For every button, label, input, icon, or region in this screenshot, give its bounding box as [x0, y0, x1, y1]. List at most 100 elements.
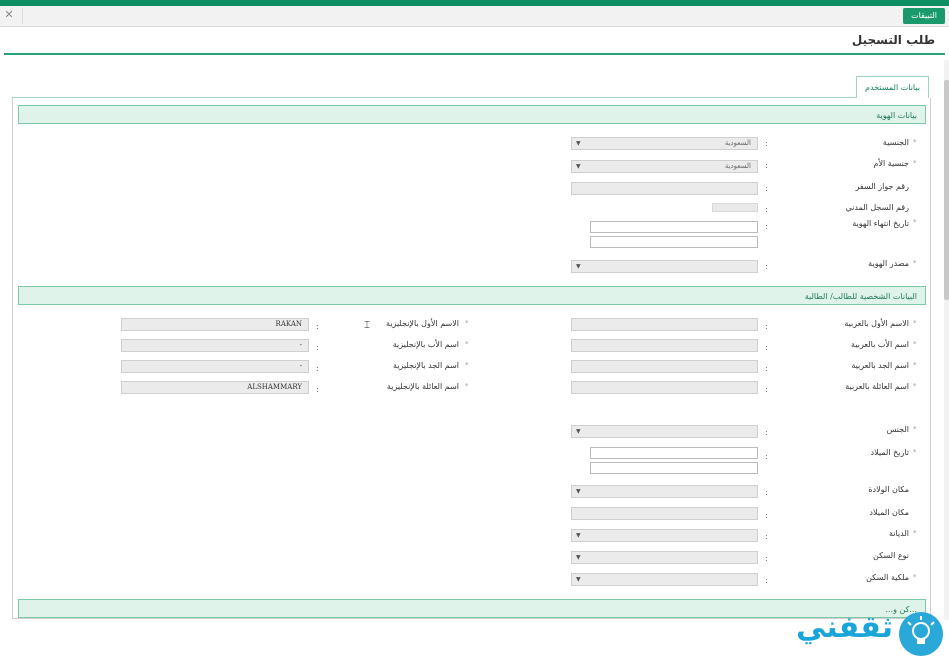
colon: : [765, 322, 768, 331]
title-divider [4, 53, 945, 55]
colon: : [765, 511, 768, 520]
colon: : [765, 262, 768, 271]
father-name-en-field[interactable]: - [121, 339, 309, 352]
required-mark: * [465, 340, 469, 348]
required-mark: * [913, 319, 917, 327]
required-mark: * [913, 425, 917, 433]
required-mark: * [913, 529, 917, 537]
passport-label: رقم جواز السفر [855, 182, 909, 191]
id-expiry-hijri-field[interactable] [590, 221, 758, 233]
colon: : [765, 532, 768, 541]
chevron-down-icon: ▼ [576, 532, 581, 539]
colon: : [765, 576, 768, 585]
page-title: طلب التسجيل [851, 33, 935, 47]
colon: : [765, 452, 768, 461]
id-source-label: مصدر الهوية [868, 259, 909, 268]
tab-baseline [12, 97, 929, 98]
chevron-down-icon: ▼ [576, 140, 581, 147]
required-mark: * [913, 448, 917, 456]
birth-date-gregorian-field[interactable] [590, 462, 758, 474]
close-icon[interactable]: ✕ [2, 8, 16, 22]
passport-field[interactable] [571, 182, 758, 195]
family-name-ar-label: اسم العائلة بالعربية [845, 382, 909, 391]
tab-user-data[interactable]: بيانات المستخدم [856, 76, 929, 98]
grandfather-name-en-field[interactable]: - [121, 360, 309, 373]
father-name-ar-field[interactable] [571, 339, 758, 352]
grandfather-name-en-label: اسم الجد بالإنجليزية [393, 361, 459, 370]
grandfather-name-ar-label: اسم الجد بالعربية [851, 361, 909, 370]
birth-date-hijri-field[interactable] [590, 447, 758, 459]
mouse-cursor-icon: ⌶ [364, 320, 370, 331]
civil-record-value [712, 203, 758, 212]
birth-place-label: مكان الميلاد [869, 508, 909, 517]
colon: : [765, 205, 768, 214]
family-name-ar-field[interactable] [571, 381, 758, 394]
chevron-down-icon: ▼ [576, 428, 581, 435]
colon: : [765, 161, 768, 170]
birth-date-label: تاريخ الميلاد [870, 448, 910, 457]
family-name-en-label: اسم العائلة بالإنجليزية [386, 382, 459, 391]
required-mark: * [913, 138, 917, 146]
required-mark: * [913, 382, 917, 390]
birth-place-select[interactable]: ▼ [571, 485, 758, 498]
family-name-en-field[interactable]: ALSHAMMARY [121, 381, 309, 394]
religion-select[interactable]: ▼ [571, 529, 758, 542]
first-name-ar-field[interactable] [571, 318, 758, 331]
section-personal-header: البيانات الشخصية للطالب/ الطالبة [18, 286, 926, 305]
colon: : [765, 428, 768, 437]
required-mark: * [465, 361, 469, 369]
id-expiry-gregorian-field[interactable] [590, 236, 758, 248]
required-mark: * [465, 319, 469, 327]
colon: : [765, 554, 768, 563]
colon: : [765, 139, 768, 148]
top-bar [0, 6, 949, 27]
colon: : [765, 343, 768, 352]
nationality-value: السعودية [724, 139, 751, 147]
colon: : [316, 322, 319, 331]
father-name-ar-label: اسم الأب بالعربية [851, 340, 909, 349]
gender-select[interactable]: ▼ [571, 425, 758, 438]
first-name-ar-label: الاسم الأول بالعربية [844, 319, 909, 328]
civil-record-label: رقم السجل المدني [845, 203, 910, 212]
nationality-select[interactable]: ▼ السعودية [571, 137, 758, 150]
required-mark: * [465, 382, 469, 390]
residence-type-select[interactable]: ▼ [571, 551, 758, 564]
lightbulb-logo-icon [899, 612, 943, 656]
father-name-en-label: اسم الأب بالإنجليزية [392, 340, 459, 349]
religion-label: الديانة [888, 529, 909, 538]
scrollbar-thumb[interactable] [944, 80, 949, 300]
first-name-en-field[interactable]: RAKAN [121, 318, 309, 331]
required-mark: * [913, 159, 917, 167]
apps-tab[interactable]: التبيقات [903, 8, 945, 24]
id-source-select[interactable]: ▼ [571, 260, 758, 273]
section-next-header: ...كن و... [18, 599, 926, 618]
colon: : [316, 385, 319, 394]
required-mark: * [913, 361, 917, 369]
residence-ownership-select[interactable]: ▼ [571, 573, 758, 586]
section-identity-header: بيانات الهوية [18, 105, 926, 124]
chevron-down-icon: ▼ [576, 163, 581, 170]
topbar-divider [22, 8, 23, 24]
colon: : [765, 222, 768, 231]
grandfather-name-ar-field[interactable] [571, 360, 758, 373]
birth-place-select-label: مكان الولادة [868, 485, 909, 494]
residence-type-label: نوع السكن [873, 551, 909, 560]
mother-nationality-select[interactable]: ▼ السعودية [571, 160, 758, 173]
colon: : [765, 364, 768, 373]
chevron-down-icon: ▼ [576, 576, 581, 583]
nationality-label: الجنسية [882, 138, 909, 147]
chevron-down-icon: ▼ [576, 554, 581, 561]
logo-text: ثقفني [795, 610, 893, 645]
gender-label: الجنس [886, 425, 909, 434]
chevron-down-icon: ▼ [576, 488, 581, 495]
residence-ownership-label: ملكية السكن [866, 573, 909, 582]
colon: : [765, 385, 768, 394]
required-mark: * [913, 218, 917, 226]
colon: : [316, 364, 319, 373]
birth-place-field[interactable] [571, 507, 758, 520]
colon: : [765, 184, 768, 193]
required-mark: * [913, 340, 917, 348]
form-container [12, 98, 931, 619]
required-mark: * [913, 259, 917, 267]
mother-nationality-label: جنسية الأم [873, 159, 909, 168]
